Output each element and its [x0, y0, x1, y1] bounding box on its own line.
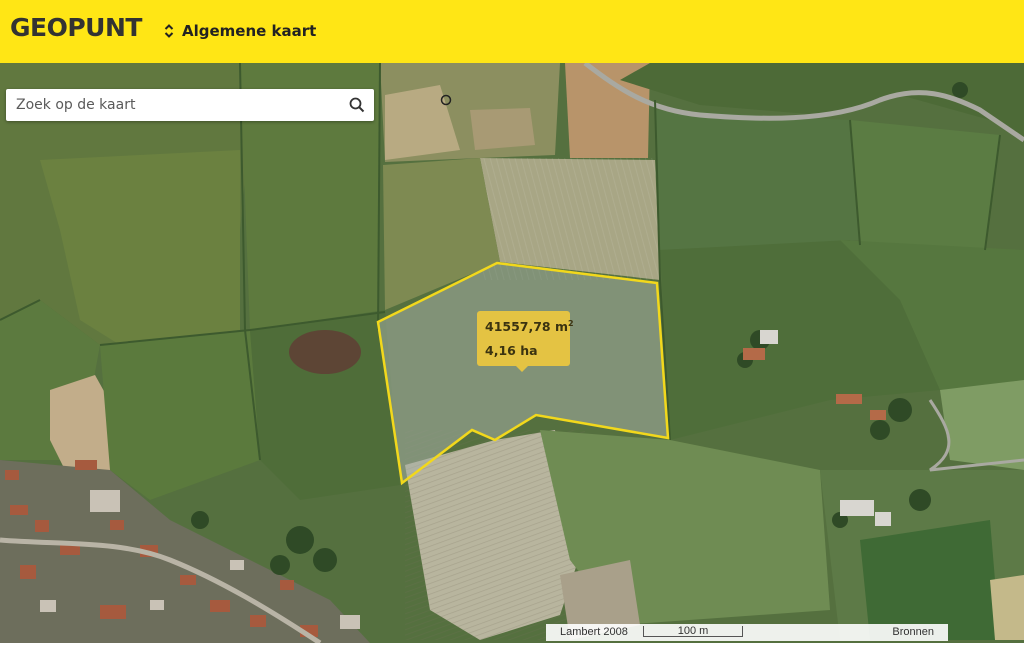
area-unit-superscript: 2: [568, 319, 574, 328]
map-selector-label: Algemene kaart: [182, 22, 317, 40]
measurement-tooltip: 41557,78 m2 4,16 ha: [477, 311, 574, 372]
sources-link[interactable]: Bronnen: [892, 626, 934, 638]
search-input[interactable]: [6, 89, 336, 121]
header-bar: GEOPUNT Algemene kaart: [0, 0, 1024, 63]
up-down-chevron-icon: [164, 24, 174, 38]
map-search-box: [6, 89, 374, 121]
map-selector[interactable]: Algemene kaart: [164, 18, 316, 44]
search-icon[interactable]: [348, 96, 366, 114]
scale-distance: 100 m: [643, 626, 743, 637]
geopunt-logo[interactable]: GEOPUNT: [10, 13, 142, 42]
page-bottom-strip: [0, 643, 1024, 648]
area-hectares: 4,16 ha: [485, 343, 538, 358]
projection-label: Lambert 2008: [560, 626, 628, 638]
scale-bar: Lambert 2008 100 m Bronnen: [546, 624, 948, 641]
area-square-meters: 41557,78 m2: [485, 319, 574, 335]
